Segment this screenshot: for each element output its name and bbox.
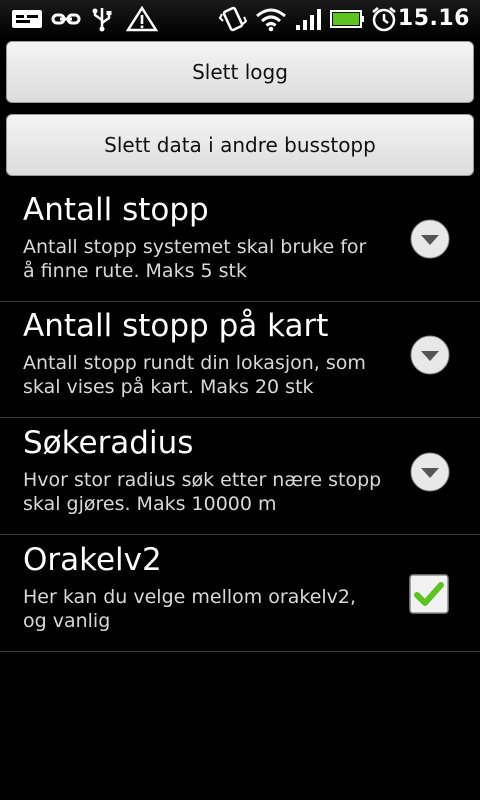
pref-sokeradius[interactable]: Søkeradius Hvor stor radius søk etter næ… [0, 419, 480, 535]
battery-icon [330, 10, 364, 28]
pref-summary: Hvor stor radius søk etter nære stopp sk… [23, 469, 382, 515]
pref-title: Antall stopp på kart [23, 308, 329, 344]
dropdown-arrow-icon[interactable] [409, 334, 451, 376]
usb-tethering-icon [51, 13, 81, 25]
pref-summary: Antall stopp rundt din lokasjon, som ska… [23, 352, 366, 398]
pref-antall-stopp[interactable]: Antall stopp Antall stopp systemet skal … [0, 186, 480, 302]
pref-title: Søkeradius [23, 425, 194, 461]
dropdown-arrow-icon[interactable] [409, 451, 451, 493]
warning-icon [126, 6, 158, 32]
signal-icon [296, 9, 321, 30]
pref-title: Antall stopp [23, 192, 209, 228]
clear-other-stops-button[interactable]: Slett data i andre busstopp [6, 114, 474, 176]
pref-antall-stopp-kart[interactable]: Antall stopp på kart Antall stopp rundt … [0, 302, 480, 418]
clear-log-button[interactable]: Slett logg [6, 41, 474, 103]
clock: 15.16 [397, 6, 470, 31]
pref-orakelv2[interactable]: Orakelv2 Her kan du velge mellom orakelv… [0, 536, 480, 652]
checkbox-checked-icon[interactable] [408, 573, 450, 615]
usb-icon [92, 8, 112, 32]
pref-summary: Antall stopp systemet skal bruke for å f… [23, 236, 367, 282]
pref-summary: Her kan du velge mellom orakelv2, og van… [23, 586, 357, 632]
alarm-icon [372, 7, 396, 32]
vibrate-icon [218, 6, 248, 32]
notification-icon [12, 10, 42, 28]
wifi-icon [256, 8, 286, 32]
dropdown-arrow-icon[interactable] [409, 218, 451, 260]
pref-title: Orakelv2 [23, 542, 162, 578]
status-bar: 15.16 [0, 0, 480, 38]
